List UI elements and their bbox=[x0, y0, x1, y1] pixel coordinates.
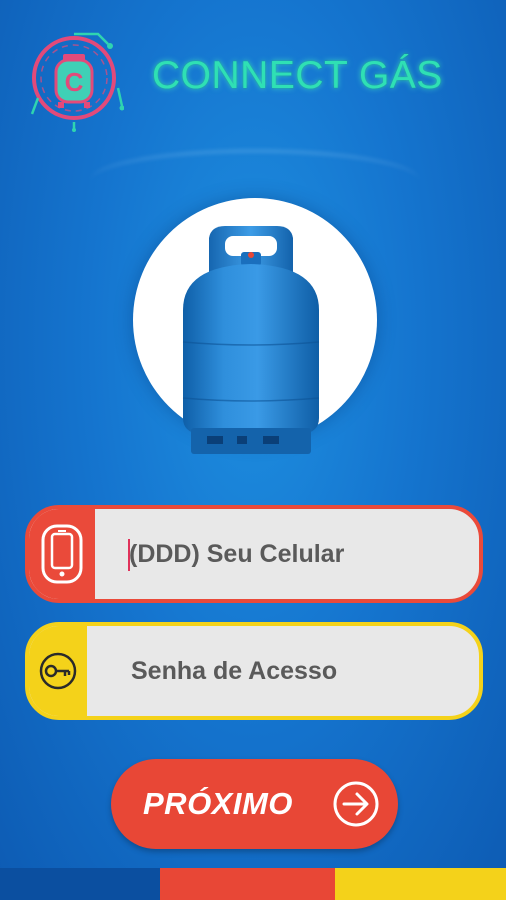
phone-field bbox=[25, 505, 483, 603]
footer-stripe-red bbox=[160, 868, 335, 900]
key-icon bbox=[39, 652, 77, 690]
smartphone-icon bbox=[41, 524, 83, 584]
svg-text:C: C bbox=[65, 67, 84, 97]
footer-stripe-yellow bbox=[335, 868, 506, 900]
app-logo: C bbox=[28, 28, 125, 132]
arrow-right-circle-icon bbox=[333, 781, 379, 827]
next-button[interactable]: PRÓXIMO bbox=[111, 759, 398, 849]
gas-cylinder-circuit-logo-icon: C bbox=[30, 32, 125, 132]
phone-input[interactable] bbox=[129, 509, 469, 599]
footer-stripe-blue bbox=[0, 868, 160, 900]
gas-cylinder-image bbox=[163, 222, 339, 458]
phone-icon-box bbox=[29, 509, 95, 599]
next-button-label: PRÓXIMO bbox=[143, 786, 293, 821]
app-title: CONNECT GÁS bbox=[152, 54, 443, 97]
password-input[interactable] bbox=[131, 626, 471, 716]
password-field bbox=[25, 622, 483, 720]
password-icon-box bbox=[29, 626, 87, 716]
